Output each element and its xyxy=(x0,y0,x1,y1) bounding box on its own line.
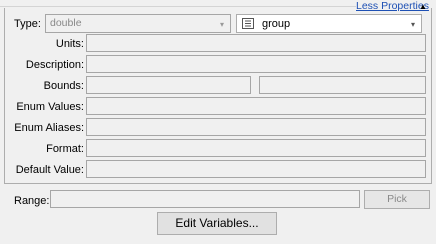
range-label: Range: xyxy=(14,195,50,207)
range-field[interactable] xyxy=(50,190,360,208)
enum-values-field[interactable] xyxy=(86,97,426,115)
description-field[interactable] xyxy=(86,55,426,73)
header-divider xyxy=(0,6,356,7)
group-icon xyxy=(242,18,254,29)
chevron-down-icon: ▾ xyxy=(410,19,415,29)
enum-aliases-field[interactable] xyxy=(86,118,426,136)
edit-variables-button[interactable]: Edit Variables... xyxy=(157,212,277,235)
bounds-label: Bounds: xyxy=(43,80,84,92)
description-label: Description: xyxy=(25,59,84,71)
units-label: Units: xyxy=(55,38,84,50)
default-value-field[interactable] xyxy=(86,160,426,178)
pick-button[interactable]: Pick xyxy=(364,190,430,209)
units-field[interactable] xyxy=(86,34,426,52)
group-dropdown-value: group xyxy=(262,18,291,30)
group-dropdown[interactable]: group ▾ xyxy=(236,14,422,33)
enum-aliases-label: Enum Aliases: xyxy=(14,122,84,134)
format-field[interactable] xyxy=(86,139,426,157)
type-dropdown-value: double xyxy=(50,17,82,29)
default-value-label: Default Value: xyxy=(15,164,84,176)
type-label: Type: xyxy=(14,18,41,30)
type-dropdown[interactable]: double ▾ xyxy=(45,14,231,33)
chevron-down-icon: ▾ xyxy=(219,19,224,29)
format-label: Format: xyxy=(46,143,84,155)
bounds-min-field[interactable] xyxy=(86,76,251,94)
enum-values-label: Enum Values: xyxy=(16,101,84,113)
bounds-max-field[interactable] xyxy=(259,76,426,94)
